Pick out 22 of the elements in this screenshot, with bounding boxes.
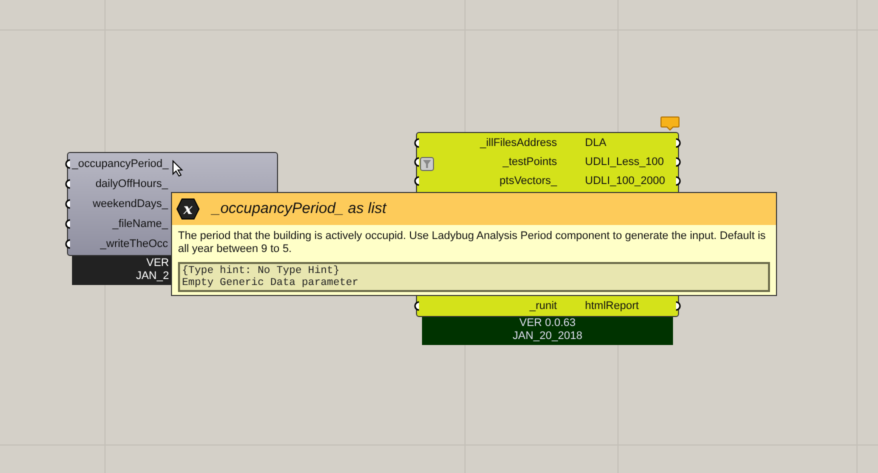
parameter-icon: x [176,198,200,220]
output-label: UDLI_100_2000 [585,174,666,189]
type-hint-line: Empty Generic Data parameter [182,277,360,289]
output-label: htmlReport [585,299,639,314]
input-label: _writeTheOcc [99,237,168,252]
date-label: JAN_2 [136,270,169,283]
tooltip-title: _occupancyPeriod_ as list [212,198,386,219]
output-label: UDLI_Less_100 [585,155,664,170]
tooltip-description: The period that the building is actively occupid. Use Ladybug Analysis Period component to generate the input. Default is all year between 9 to 5. [177,229,767,256]
input-label: _runit [528,299,557,314]
input-label: weekendDays_ [92,197,168,212]
version-label: VER 0.0.63 [519,317,576,330]
input-label: _fileName_ [111,217,168,232]
input-label: _occupancyPeriod_ [70,157,169,172]
date-label: JAN_20_2018 [512,330,582,343]
input-label: _illFilesAddress [478,136,557,151]
output-label: DLA [585,136,606,151]
input-label: _testPoints [502,155,557,170]
type-hint-line: {Type hint: No Type Hint} [182,265,341,277]
input-label: ptsVectors_ [498,174,557,189]
version-label: VER [146,257,169,270]
input-label: dailyOffHours_ [94,177,168,192]
